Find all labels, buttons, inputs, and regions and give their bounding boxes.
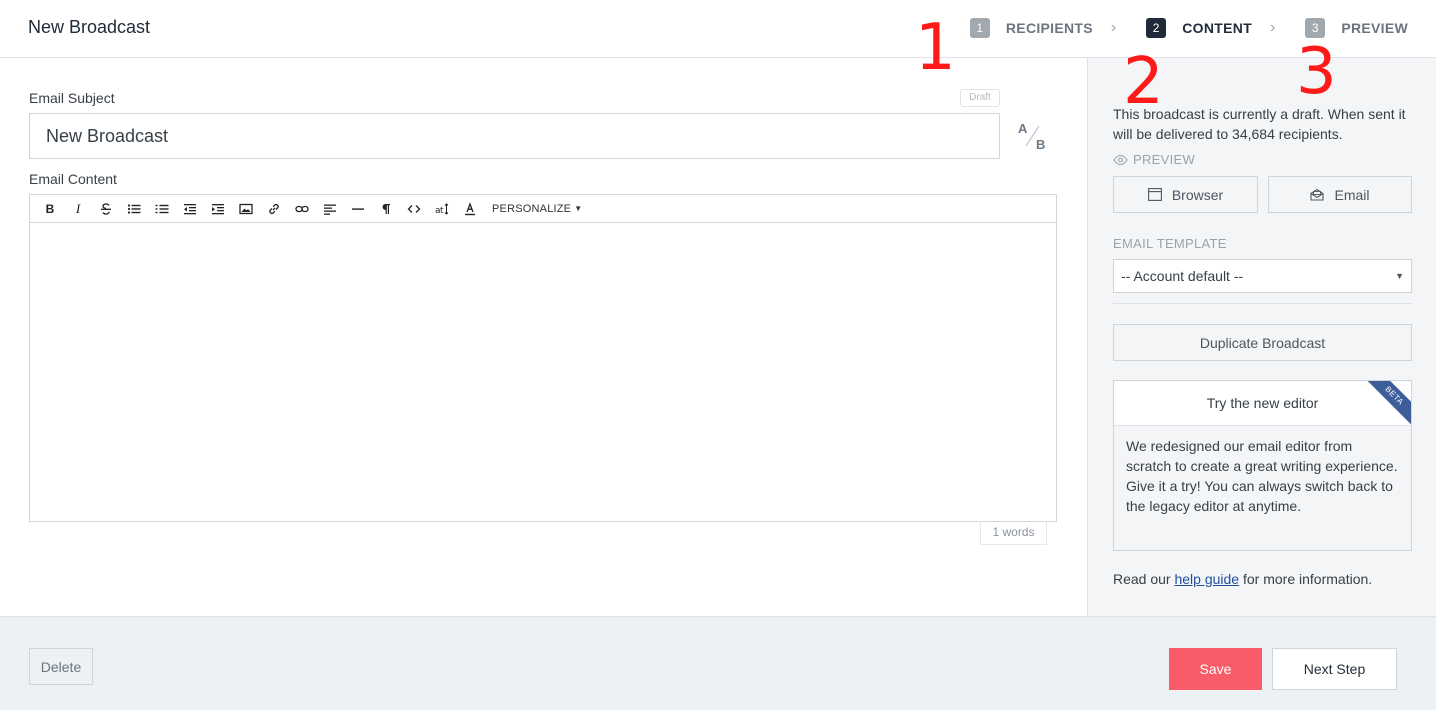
new-editor-card-body: We redesigned our email editor from scra… bbox=[1126, 438, 1398, 514]
preview-email-button[interactable]: Email bbox=[1268, 176, 1412, 213]
page-title: New Broadcast bbox=[28, 17, 151, 37]
bold-button[interactable]: B bbox=[36, 197, 64, 221]
editor-content-area[interactable] bbox=[30, 223, 1056, 521]
step-number: 2 bbox=[1146, 18, 1167, 38]
preview-browser-button[interactable]: Browser bbox=[1113, 176, 1258, 213]
chain-link-icon bbox=[295, 205, 309, 212]
paragraph-button[interactable] bbox=[372, 197, 400, 221]
header: New Broadcast 1 RECIPIENTS › 2 CONTENT ›… bbox=[0, 0, 1436, 58]
step-label: CONTENT bbox=[1182, 20, 1252, 36]
email-template-select[interactable]: -- Account default -- ▼ bbox=[1113, 259, 1412, 293]
word-count: 1 words bbox=[980, 521, 1047, 545]
content-label: Email Content bbox=[29, 171, 117, 187]
text-color-button[interactable] bbox=[456, 197, 484, 221]
step-label: PREVIEW bbox=[1341, 20, 1408, 36]
subject-input[interactable]: New Broadcast bbox=[29, 113, 1000, 159]
browser-window-icon bbox=[1147, 188, 1162, 201]
caret-down-icon: ▼ bbox=[574, 204, 583, 213]
step-content[interactable]: 2 CONTENT bbox=[1146, 18, 1252, 38]
browser-button-label: Browser bbox=[1171, 186, 1224, 203]
step-number: 1 bbox=[969, 18, 990, 38]
rich-text-editor: B I a t PERSONALIZE ▼ bbox=[29, 194, 1057, 522]
ab-test-toggle[interactable]: A B bbox=[1016, 118, 1050, 154]
text-color-icon bbox=[465, 201, 475, 215]
step-label: RECIPIENTS bbox=[1005, 20, 1093, 36]
eye-icon bbox=[1113, 154, 1128, 165]
outdent-button[interactable] bbox=[176, 197, 204, 221]
outdent-icon bbox=[184, 203, 196, 214]
footer-bar: Delete Save Next Step bbox=[0, 616, 1436, 710]
step-indicator: 1 RECIPIENTS › 2 CONTENT › 3 PREVIEW bbox=[969, 18, 1408, 38]
new-editor-card-title[interactable]: Try the new editor bbox=[1114, 381, 1411, 426]
duplicate-button-label: Duplicate Broadcast bbox=[1199, 334, 1326, 351]
bullet-list-icon bbox=[127, 203, 141, 214]
anchor-link-button[interactable] bbox=[288, 197, 316, 221]
main-panel: Email Subject Draft New Broadcast A B Em… bbox=[0, 58, 1088, 616]
indent-icon bbox=[212, 203, 224, 214]
strikethrough-icon bbox=[101, 202, 111, 215]
insert-image-button[interactable] bbox=[232, 197, 260, 221]
font-size-icon: at bbox=[435, 202, 449, 216]
italic-button[interactable]: I bbox=[64, 197, 92, 221]
delete-button[interactable]: Delete bbox=[29, 648, 93, 685]
chevron-right-icon: › bbox=[1270, 19, 1276, 36]
preview-label-text: PREVIEW bbox=[1133, 152, 1196, 167]
preview-label: PREVIEW bbox=[1113, 152, 1195, 167]
numbered-list-icon bbox=[155, 204, 169, 213]
insert-link-button[interactable] bbox=[260, 197, 288, 221]
help-guide-link[interactable]: help guide bbox=[1174, 571, 1239, 587]
sidebar: This broadcast is currently a draft. Whe… bbox=[1088, 58, 1436, 616]
next-step-button[interactable]: Next Step bbox=[1272, 648, 1397, 690]
email-button-label: Email bbox=[1334, 186, 1370, 203]
horizontal-rule-icon bbox=[352, 207, 364, 210]
link-icon bbox=[269, 203, 279, 214]
envelope-open-icon bbox=[1310, 188, 1325, 201]
align-left-icon bbox=[324, 204, 336, 215]
horizontal-rule-button[interactable] bbox=[344, 197, 372, 221]
strikethrough-button[interactable] bbox=[92, 197, 120, 221]
paragraph-icon bbox=[382, 203, 390, 214]
annotation-number: 3 bbox=[1296, 35, 1337, 109]
font-size-button[interactable]: at bbox=[428, 197, 456, 221]
image-icon bbox=[239, 203, 253, 214]
help-suffix: for more information. bbox=[1239, 571, 1373, 587]
svg-text:t: t bbox=[440, 206, 444, 216]
bold-icon: B bbox=[45, 201, 55, 216]
divider bbox=[1113, 303, 1412, 304]
help-prefix: Read our bbox=[1113, 571, 1175, 587]
template-selected-value: -- Account default -- bbox=[1121, 268, 1244, 284]
personalize-dropdown[interactable]: PERSONALIZE ▼ bbox=[492, 203, 582, 215]
annotation-number: 1 bbox=[915, 11, 956, 85]
align-left-button[interactable] bbox=[316, 197, 344, 221]
editor-toolbar: B I a t PERSONALIZE ▼ bbox=[30, 195, 1056, 223]
ab-b-label: B bbox=[1036, 137, 1046, 152]
code-view-button[interactable] bbox=[400, 197, 428, 221]
personalize-label: PERSONALIZE bbox=[492, 202, 572, 215]
numbered-list-button[interactable] bbox=[148, 197, 176, 221]
draft-badge: Draft bbox=[960, 89, 1000, 107]
bullet-list-button[interactable] bbox=[120, 197, 148, 221]
chevron-right-icon: › bbox=[1110, 19, 1117, 36]
duplicate-broadcast-button[interactable]: Duplicate Broadcast bbox=[1113, 324, 1412, 361]
email-template-label: EMAIL TEMPLATE bbox=[1113, 236, 1227, 251]
save-button[interactable]: Save bbox=[1169, 648, 1262, 690]
help-text: Read our help guide for more information… bbox=[1113, 571, 1372, 587]
code-icon bbox=[407, 204, 421, 213]
annotation-number: 2 bbox=[1123, 45, 1164, 119]
step-recipients[interactable]: 1 RECIPIENTS bbox=[969, 18, 1093, 38]
subject-label: Email Subject bbox=[29, 90, 115, 106]
caret-down-icon: ▼ bbox=[1395, 271, 1404, 281]
new-editor-card[interactable]: Try the new editor BETA We redesigned ou… bbox=[1113, 380, 1412, 551]
italic-icon: I bbox=[75, 200, 81, 216]
indent-button[interactable] bbox=[204, 197, 232, 221]
